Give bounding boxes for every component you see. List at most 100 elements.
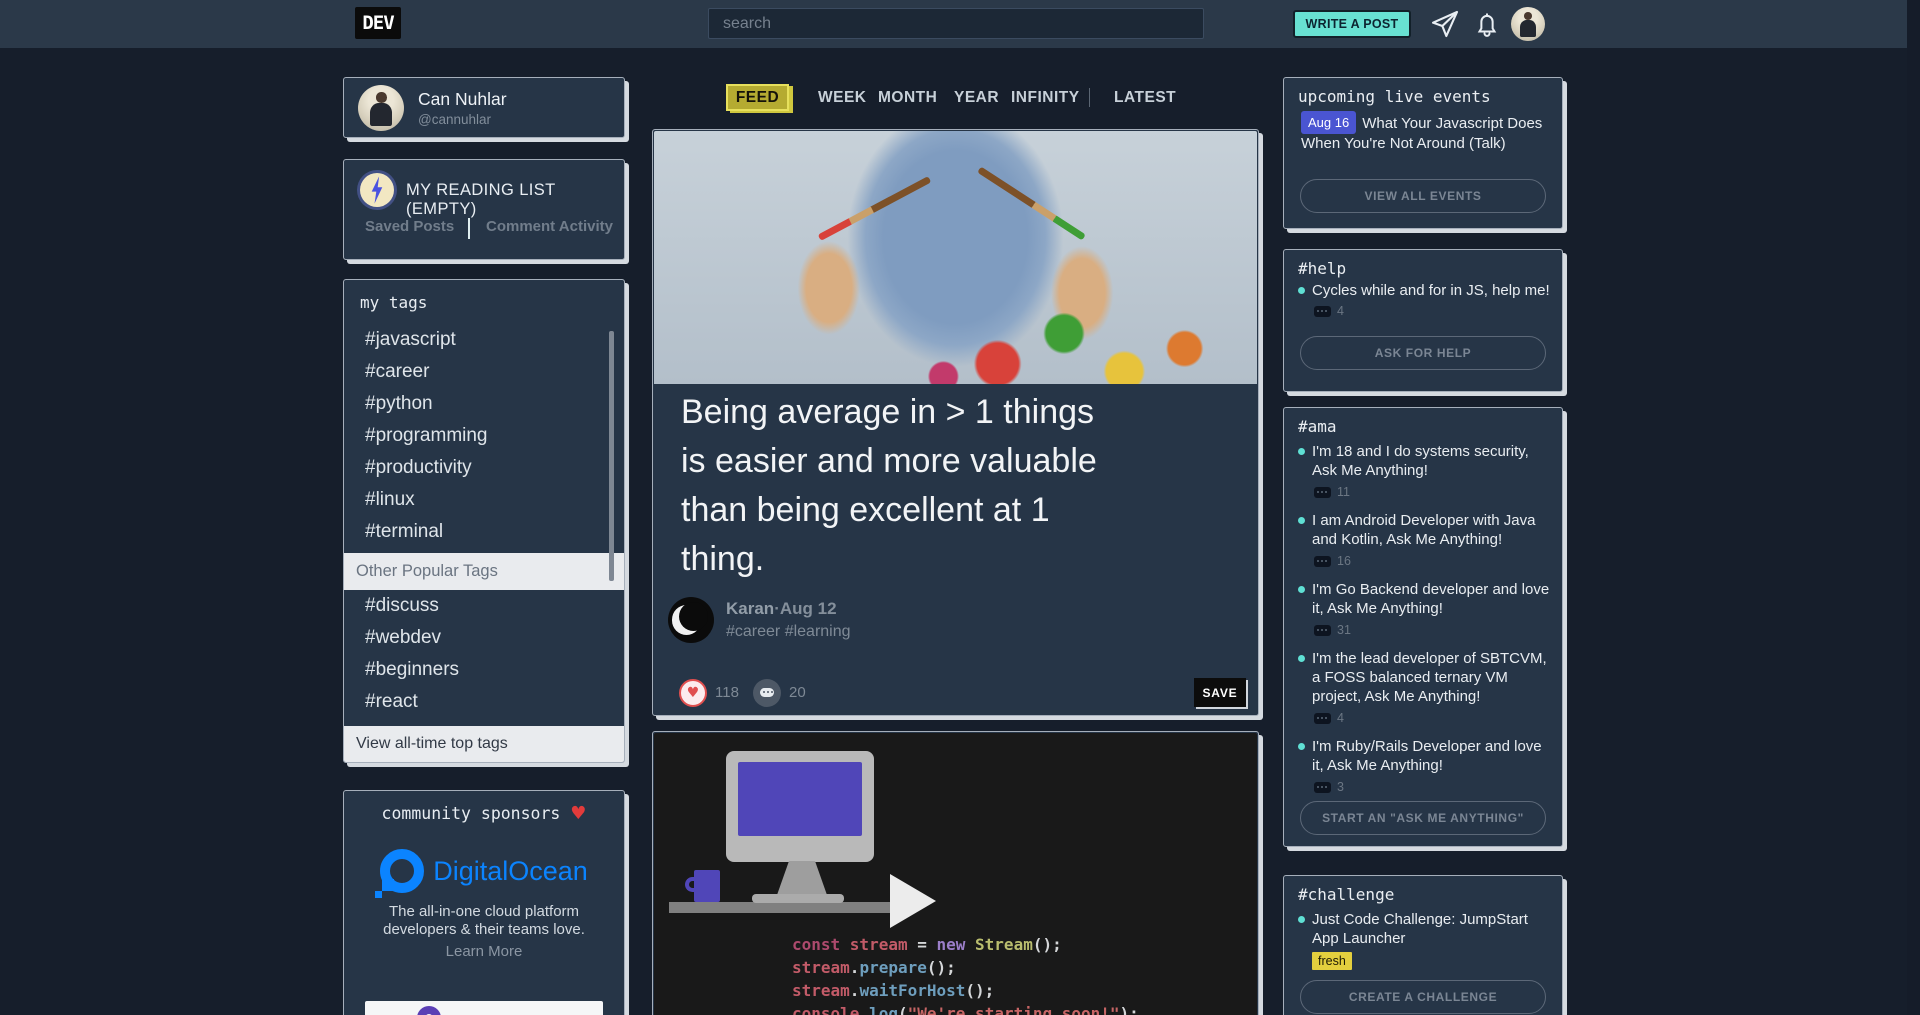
notifications-bell-icon[interactable] bbox=[1472, 9, 1502, 39]
tab-latest[interactable]: LATEST bbox=[1114, 89, 1176, 107]
start-ama-button[interactable]: START AN "ASK ME ANYTHING" bbox=[1300, 801, 1546, 835]
connect-paper-plane-icon[interactable] bbox=[1429, 8, 1461, 40]
my-tags-header: my tags bbox=[360, 293, 427, 312]
heart-count: 118 bbox=[715, 684, 739, 701]
user-avatar[interactable] bbox=[1511, 7, 1545, 41]
tag-webdev[interactable]: #webdev bbox=[344, 622, 624, 654]
video-thumbnail[interactable]: const stream = new Stream();stream.prepa… bbox=[654, 733, 1257, 1015]
tabs-divider bbox=[1089, 88, 1090, 107]
play-icon[interactable] bbox=[890, 874, 936, 928]
monitor-screen bbox=[738, 762, 862, 836]
profile-card: Can Nuhlar @cannuhlar bbox=[343, 77, 625, 138]
digitalocean-mark-icon bbox=[380, 849, 424, 893]
view-all-tags-link[interactable]: View all-time top tags bbox=[344, 726, 624, 762]
community-sponsors-card: community sponsors ♥ DigitalOcean The al… bbox=[343, 790, 625, 1015]
links-divider bbox=[468, 218, 470, 239]
view-all-events-button[interactable]: VIEW ALL EVENTS bbox=[1300, 179, 1546, 213]
sponsor-logo-box bbox=[365, 1001, 603, 1015]
page-scrollbar-track[interactable] bbox=[1907, 0, 1920, 1015]
ama-header: #ama bbox=[1298, 417, 1337, 436]
sponsors-header: community sponsors ♥ bbox=[344, 803, 624, 824]
profile-avatar[interactable] bbox=[358, 85, 404, 131]
ama-item[interactable]: I'm the lead developer of SBTCVM, a FOSS… bbox=[1312, 649, 1552, 706]
challenge-item[interactable]: Just Code Challenge: JumpStart App Launc… bbox=[1312, 910, 1552, 948]
digitalocean-logo[interactable]: DigitalOcean bbox=[344, 849, 624, 893]
event-date-badge: Aug 16 bbox=[1301, 111, 1356, 134]
ama-item[interactable]: I'm Go Backend developer and love it, As… bbox=[1312, 580, 1552, 618]
challenge-card: #challenge Just Code Challenge: JumpStar… bbox=[1283, 875, 1563, 1015]
live-events-card: upcoming live events Aug 16What Your Jav… bbox=[1283, 77, 1563, 229]
tag-python[interactable]: #python bbox=[344, 388, 624, 420]
learn-more-link[interactable]: Learn More bbox=[344, 943, 624, 960]
heart-reaction-button[interactable] bbox=[679, 679, 707, 707]
comment-count: 20 bbox=[789, 684, 806, 701]
tag-career[interactable]: #career bbox=[344, 356, 624, 388]
saved-posts-link[interactable]: Saved Posts bbox=[365, 218, 454, 235]
monitor-icon bbox=[726, 751, 874, 862]
comment-bubble-icon bbox=[1314, 487, 1331, 498]
desk-shape bbox=[669, 902, 892, 913]
tab-year[interactable]: YEAR bbox=[954, 89, 999, 107]
reading-list-card: MY READING LIST (EMPTY) Saved Posts Comm… bbox=[343, 159, 625, 260]
tab-week[interactable]: WEEK bbox=[818, 89, 867, 107]
tag-javascript[interactable]: #javascript bbox=[344, 324, 624, 356]
reading-list-title[interactable]: MY READING LIST (EMPTY) bbox=[406, 181, 624, 219]
ama-item[interactable]: I'm Ruby/Rails Developer and love it, As… bbox=[1312, 737, 1552, 775]
tab-month[interactable]: MONTH bbox=[878, 89, 937, 107]
tag-react[interactable]: #react bbox=[344, 686, 624, 718]
post-cover-image[interactable] bbox=[654, 131, 1257, 384]
paint-brush-shape bbox=[818, 176, 932, 241]
ama-item[interactable]: I am Android Developer with Java and Kot… bbox=[1312, 511, 1552, 549]
tag-terminal[interactable]: #terminal bbox=[344, 516, 624, 548]
ama-comment-count: 16 bbox=[1314, 555, 1351, 567]
ama-comment-count: 31 bbox=[1314, 624, 1351, 636]
tag-programming[interactable]: #programming bbox=[344, 420, 624, 452]
feed-post-card: Being average in > 1 things is easier an… bbox=[652, 129, 1259, 716]
mug-icon bbox=[694, 870, 720, 902]
save-button[interactable]: SAVE bbox=[1194, 678, 1246, 707]
ama-item[interactable]: I'm 18 and I do systems security, Ask Me… bbox=[1312, 442, 1552, 480]
post-tags[interactable]: #career #learning bbox=[726, 623, 851, 641]
event-item[interactable]: Aug 16What Your Javascript Does When You… bbox=[1301, 111, 1545, 153]
comment-activity-link[interactable]: Comment Activity bbox=[486, 218, 613, 235]
ask-for-help-button[interactable]: ASK FOR HELP bbox=[1300, 336, 1546, 370]
help-item[interactable]: Cycles while and for in JS, help me! bbox=[1312, 281, 1552, 300]
tag-linux[interactable]: #linux bbox=[344, 484, 624, 516]
comment-reaction-icon[interactable] bbox=[753, 679, 781, 707]
post-author-name[interactable]: Karan bbox=[726, 599, 774, 618]
tags-scrollbar[interactable] bbox=[609, 331, 614, 581]
help-header: #help bbox=[1298, 259, 1346, 278]
comment-bubble-icon bbox=[1314, 782, 1331, 793]
monitor-base bbox=[752, 894, 844, 903]
ama-card: #ama I'm 18 and I do systems security, A… bbox=[1283, 407, 1563, 847]
help-comment-count: 4 bbox=[1314, 305, 1344, 317]
top-navbar: DEV WRITE A POST bbox=[0, 0, 1907, 48]
post-date: Aug 12 bbox=[780, 599, 837, 618]
comment-bubble-icon bbox=[1314, 625, 1331, 636]
create-challenge-button[interactable]: CREATE A CHALLENGE bbox=[1300, 980, 1546, 1014]
dev-logo[interactable]: DEV bbox=[355, 7, 401, 39]
monitor-stand bbox=[777, 861, 827, 895]
tab-infinity[interactable]: INFINITY bbox=[1011, 89, 1080, 107]
tag-beginners[interactable]: #beginners bbox=[344, 654, 624, 686]
write-a-post-button[interactable]: WRITE A POST bbox=[1293, 10, 1411, 38]
profile-handle: @cannuhlar bbox=[418, 112, 491, 127]
reading-list-bolt-icon bbox=[360, 173, 394, 207]
tag-discuss[interactable]: #discuss bbox=[344, 590, 624, 622]
reading-list-links: Saved Posts Comment Activity bbox=[344, 218, 624, 242]
search-input[interactable] bbox=[708, 8, 1204, 39]
sponsor-tagline: The all-in-one cloud platform developers… bbox=[344, 903, 624, 939]
post-title[interactable]: Being average in > 1 things is easier an… bbox=[681, 388, 1097, 584]
paint-brush-shape bbox=[977, 167, 1086, 241]
post-author-avatar[interactable] bbox=[668, 597, 714, 643]
post-byline[interactable]: Karan·Aug 12 bbox=[726, 599, 837, 619]
tab-feed[interactable]: FEED bbox=[726, 84, 789, 111]
tag-productivity[interactable]: #productivity bbox=[344, 452, 624, 484]
challenge-header: #challenge bbox=[1298, 885, 1394, 904]
code-snippet: const stream = new Stream();stream.prepa… bbox=[792, 933, 1139, 1015]
comment-bubble-icon bbox=[1314, 306, 1331, 317]
profile-name[interactable]: Can Nuhlar bbox=[418, 89, 507, 110]
digitalocean-wordmark: DigitalOcean bbox=[433, 856, 588, 887]
ama-comment-count: 3 bbox=[1314, 781, 1344, 793]
other-popular-tags-label: Other Popular Tags bbox=[344, 553, 624, 590]
